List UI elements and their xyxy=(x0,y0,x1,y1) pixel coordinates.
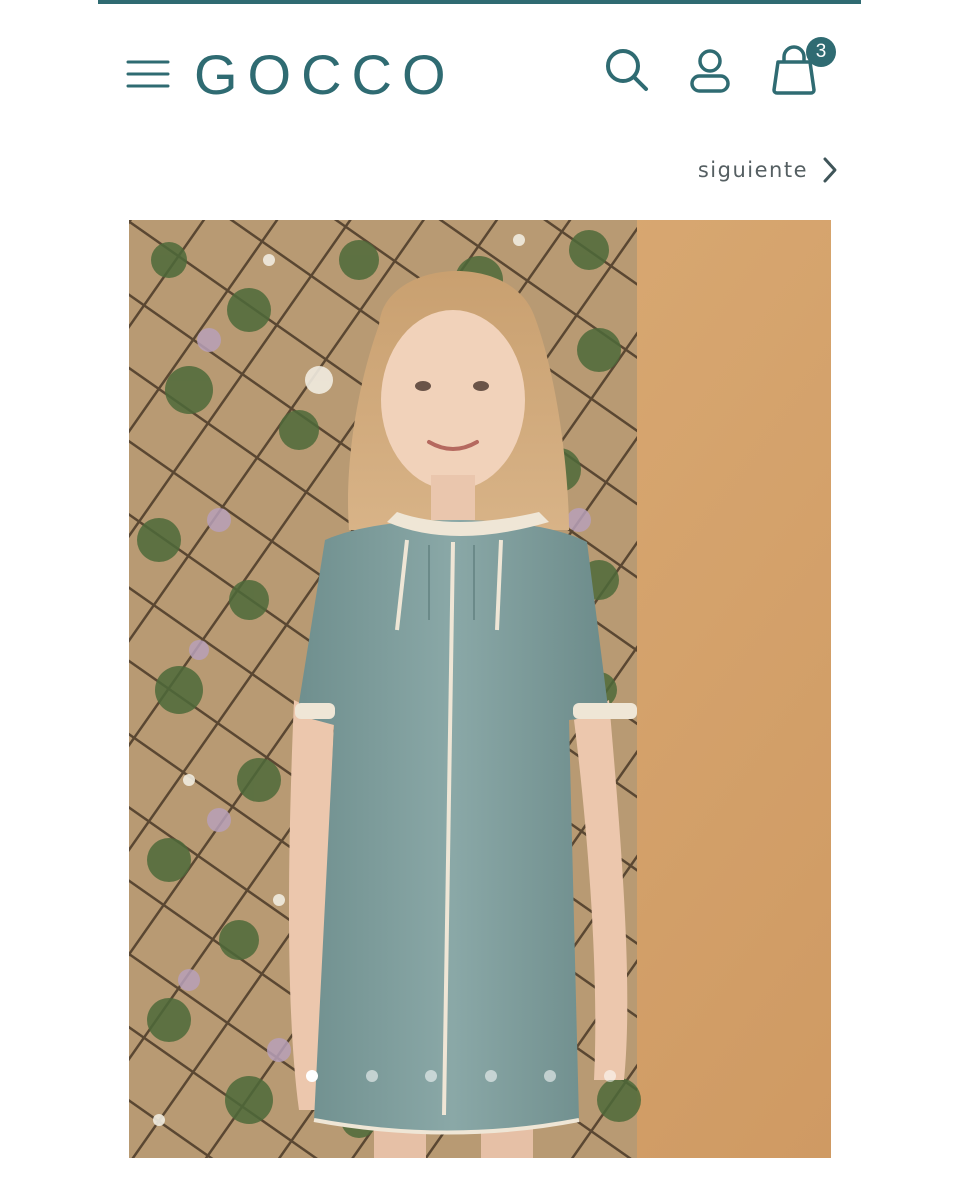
user-icon xyxy=(690,49,730,93)
gallery-dot[interactable] xyxy=(485,1070,497,1082)
gallery-dot[interactable] xyxy=(306,1070,318,1082)
chevron-right-icon xyxy=(823,157,837,183)
next-product-link[interactable]: siguiente xyxy=(698,152,838,188)
cart-count-badge: 3 xyxy=(806,37,836,67)
gallery-dot[interactable] xyxy=(425,1070,437,1082)
brand-logo[interactable]: GOCCO xyxy=(194,40,456,110)
product-image-gallery[interactable] xyxy=(129,220,831,1158)
next-label: siguiente xyxy=(697,158,808,182)
site-header: GOCCO 3 xyxy=(0,0,960,130)
gallery-dot[interactable] xyxy=(604,1070,616,1082)
hamburger-menu-icon xyxy=(126,60,170,88)
product-photo xyxy=(129,220,831,1158)
gallery-dot[interactable] xyxy=(366,1070,378,1082)
gallery-dot[interactable] xyxy=(544,1070,556,1082)
menu-button[interactable] xyxy=(126,56,170,92)
search-icon xyxy=(606,49,648,91)
search-button[interactable] xyxy=(602,46,650,94)
account-button[interactable] xyxy=(686,46,734,94)
gallery-pagination xyxy=(0,1070,960,1082)
